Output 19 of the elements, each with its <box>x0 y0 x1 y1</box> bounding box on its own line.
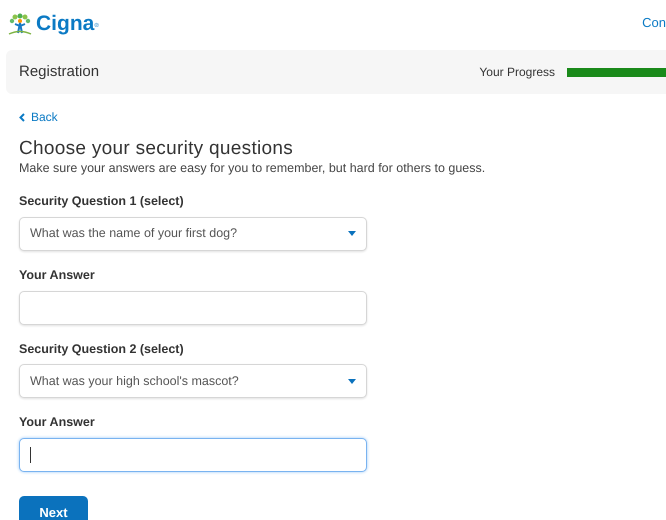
chevron-left-icon <box>19 112 25 122</box>
page-heading: Choose your security questions <box>19 138 294 160</box>
next-button[interactable]: Next <box>19 496 88 520</box>
answer-field[interactable] <box>19 438 367 472</box>
field-label: Your Answer <box>19 414 96 432</box>
field-label: Security Question 1 (select) <box>19 193 185 210</box>
back-link[interactable]: Back <box>19 108 58 126</box>
question-select[interactable]: What was your high school's mascot? <box>19 364 367 398</box>
intro-text: Make sure your answers are easy for you to remember, but hard for others to guess. <box>19 160 486 176</box>
question-select[interactable]: What was the name of your first dog? <box>19 216 367 251</box>
answer-field[interactable] <box>19 290 367 324</box>
field-label: Your Answer <box>19 266 96 284</box>
header-link[interactable]: Con <box>642 13 666 33</box>
logo-text: Cigna$^{®}$ <box>36 12 99 34</box>
dropdown-caret-icon <box>348 378 356 384</box>
dropdown-caret-icon <box>348 231 356 236</box>
field-label: Security Question 2 (select) <box>19 340 185 358</box>
panel-title: Registration <box>19 62 100 82</box>
progress-label: Your Progress <box>479 64 555 81</box>
